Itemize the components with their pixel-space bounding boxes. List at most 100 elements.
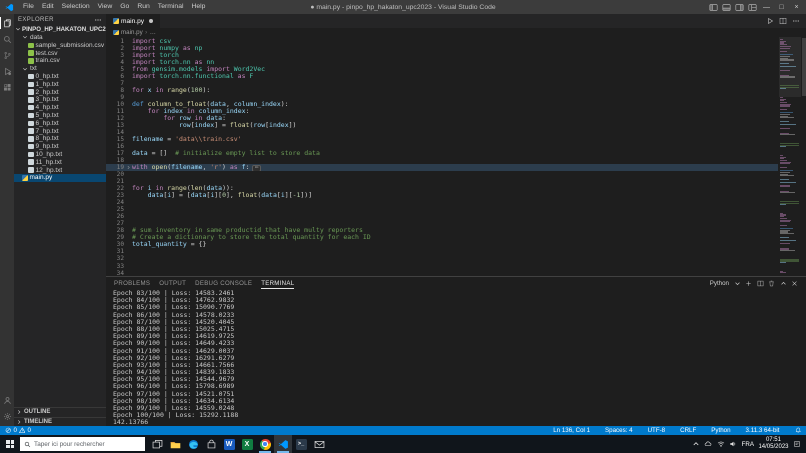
- volume-icon[interactable]: [729, 440, 737, 448]
- layout-sidebar-right-icon[interactable]: [735, 3, 744, 12]
- code-line[interactable]: 15filename = 'data\\train.csv': [106, 136, 778, 143]
- code-line[interactable]: 26: [106, 213, 778, 220]
- new-terminal-button[interactable]: [745, 280, 752, 287]
- explorer-item-train-csv[interactable]: train.csv: [14, 57, 106, 65]
- scrollbar-thumb[interactable]: [802, 38, 806, 96]
- menu-edit[interactable]: Edit: [38, 0, 58, 14]
- code-line[interactable]: 8for x in range(100):: [106, 87, 778, 94]
- tray-expand-icon[interactable]: [692, 440, 700, 448]
- code-line[interactable]: 23 data[i] = [data[i][0], float(data[i][…: [106, 192, 778, 199]
- code-line[interactable]: 1import csv: [106, 38, 778, 45]
- editor-more-actions-button[interactable]: [792, 17, 800, 25]
- taskbar-app-excel[interactable]: X: [238, 435, 256, 453]
- breadcrumb-item[interactable]: main.py: [121, 29, 143, 36]
- layout-sidebar-left-icon[interactable]: [709, 3, 718, 12]
- explorer-item-5-hp-txt[interactable]: 5_hp.txt: [14, 112, 106, 120]
- status-language-mode[interactable]: Python: [711, 427, 730, 434]
- code-line[interactable]: 16: [106, 143, 778, 150]
- activitybar-extensions-icon[interactable]: [0, 79, 14, 95]
- explorer-item-main-py[interactable]: main.py: [14, 174, 106, 182]
- wifi-icon[interactable]: [717, 440, 725, 448]
- fold-chevron-icon[interactable]: [124, 164, 132, 171]
- explorer-root-folder[interactable]: PINPO_HP_HAKATON_UPC2023: [14, 25, 106, 34]
- code-line[interactable]: 25: [106, 206, 778, 213]
- activitybar-run-debug-icon[interactable]: [0, 63, 14, 79]
- split-editor-button[interactable]: [779, 17, 787, 25]
- explorer-item-txt[interactable]: txt: [14, 65, 106, 73]
- code-line[interactable]: 13 row[index] = float(row[index]): [106, 122, 778, 129]
- code-line[interactable]: 33: [106, 263, 778, 270]
- status-cursor-position[interactable]: Ln 136, Col 1: [553, 427, 590, 434]
- maximize-panel-button[interactable]: [780, 280, 787, 287]
- onedrive-cloud-icon[interactable]: [704, 440, 712, 448]
- activitybar-explorer-icon[interactable]: [0, 15, 14, 31]
- taskbar-app-terminal-app[interactable]: >_: [292, 435, 310, 453]
- status-problems[interactable]: 00: [5, 427, 31, 434]
- menu-file[interactable]: File: [19, 0, 38, 14]
- menu-go[interactable]: Go: [116, 0, 133, 14]
- explorer-item-test-csv[interactable]: test.csv: [14, 49, 106, 57]
- code-line[interactable]: 14: [106, 129, 778, 136]
- menu-help[interactable]: Help: [187, 0, 209, 14]
- code-line[interactable]: 3import torch: [106, 52, 778, 59]
- activitybar-settings-icon[interactable]: [0, 408, 14, 424]
- customize-layout-icon[interactable]: [748, 3, 757, 12]
- code-line[interactable]: 12 for row in data:: [106, 115, 778, 122]
- explorer-item-sample-submission-csv[interactable]: sample_submission.csv: [14, 41, 106, 49]
- notification-center-icon[interactable]: [793, 440, 801, 448]
- explorer-item-4-hp-txt[interactable]: 4_hp.txt: [14, 104, 106, 112]
- taskbar-app-file-explorer[interactable]: [166, 435, 184, 453]
- panel-tab-output[interactable]: OUTPUT: [159, 277, 186, 289]
- explorer-item-6-hp-txt[interactable]: 6_hp.txt: [14, 119, 106, 127]
- close-button[interactable]: ×: [791, 4, 802, 11]
- code-line[interactable]: 6import torch.nn.functional as F: [106, 73, 778, 80]
- taskbar-app-chrome[interactable]: [256, 435, 274, 453]
- explorer-item-3-hp-txt[interactable]: 3_hp.txt: [14, 96, 106, 104]
- explorer-item-data[interactable]: data: [14, 34, 106, 42]
- code-line[interactable]: 29# Create a dictionary to store the tot…: [106, 234, 778, 241]
- explorer-item-7-hp-txt[interactable]: 7_hp.txt: [14, 127, 106, 135]
- code-line[interactable]: 28# sum inventory in same productid that…: [106, 227, 778, 234]
- terminal-shell-label[interactable]: Python: [710, 280, 729, 287]
- code-editor[interactable]: 1import csv2import numpy as np3import to…: [106, 37, 806, 276]
- taskbar-search[interactable]: [20, 437, 145, 451]
- code-line[interactable]: 9: [106, 94, 778, 101]
- code-line[interactable]: 22for i in range(len(data)):: [106, 185, 778, 192]
- close-panel-button[interactable]: [791, 280, 798, 287]
- code-line[interactable]: 34: [106, 270, 778, 276]
- explorer-item-0-hp-txt[interactable]: 0_hp.txt: [14, 73, 106, 81]
- explorer-item-10-hp-txt[interactable]: 10_hp.txt: [14, 151, 106, 159]
- explorer-item-2-hp-txt[interactable]: 2_hp.txt: [14, 88, 106, 96]
- menu-run[interactable]: Run: [133, 0, 153, 14]
- activitybar-source-control-icon[interactable]: [0, 47, 14, 63]
- status-indentation[interactable]: Spaces: 4: [605, 427, 633, 434]
- explorer-item-8-hp-txt[interactable]: 8_hp.txt: [14, 135, 106, 143]
- panel-tab-terminal[interactable]: TERMINAL: [261, 277, 294, 289]
- code-line[interactable]: 18: [106, 157, 778, 164]
- taskbar-app-store[interactable]: [202, 435, 220, 453]
- terminal-dropdown-icon[interactable]: [734, 280, 741, 287]
- layout-panel-icon[interactable]: [722, 3, 731, 12]
- activitybar-account-icon[interactable]: [0, 392, 14, 408]
- menu-view[interactable]: View: [94, 0, 117, 14]
- code-line[interactable]: 32: [106, 255, 778, 262]
- tab-main-py[interactable]: main.py: [106, 14, 160, 28]
- explorer-more-actions-icon[interactable]: [94, 16, 102, 24]
- explorer-item-1-hp-txt[interactable]: 1_hp.txt: [14, 80, 106, 88]
- breadcrumb-item[interactable]: …: [150, 29, 156, 36]
- status-eol[interactable]: CRLF: [680, 427, 696, 434]
- panel-tab-problems[interactable]: PROBLEMS: [114, 277, 150, 289]
- code-line[interactable]: 20: [106, 171, 778, 178]
- notifications-bell-icon[interactable]: [795, 427, 802, 434]
- sidebar-section-timeline[interactable]: TIMELINE: [14, 417, 106, 427]
- activitybar-search-icon[interactable]: [0, 31, 14, 47]
- code-line[interactable]: 17data = [] # initialize empty list to s…: [106, 150, 778, 157]
- code-line[interactable]: 31: [106, 248, 778, 255]
- split-terminal-button[interactable]: [757, 280, 764, 287]
- taskbar-app-edge[interactable]: [184, 435, 202, 453]
- status-python-interpreter[interactable]: 3.11.3 64-bit: [746, 427, 780, 434]
- code-line[interactable]: 27: [106, 220, 778, 227]
- run-python-file-button[interactable]: [766, 17, 774, 25]
- terminal-output[interactable]: Epoch 83/100 | Loss: 14583.2461Epoch 84/…: [106, 289, 806, 426]
- code-line[interactable]: 30total_quantity = {}: [106, 241, 778, 248]
